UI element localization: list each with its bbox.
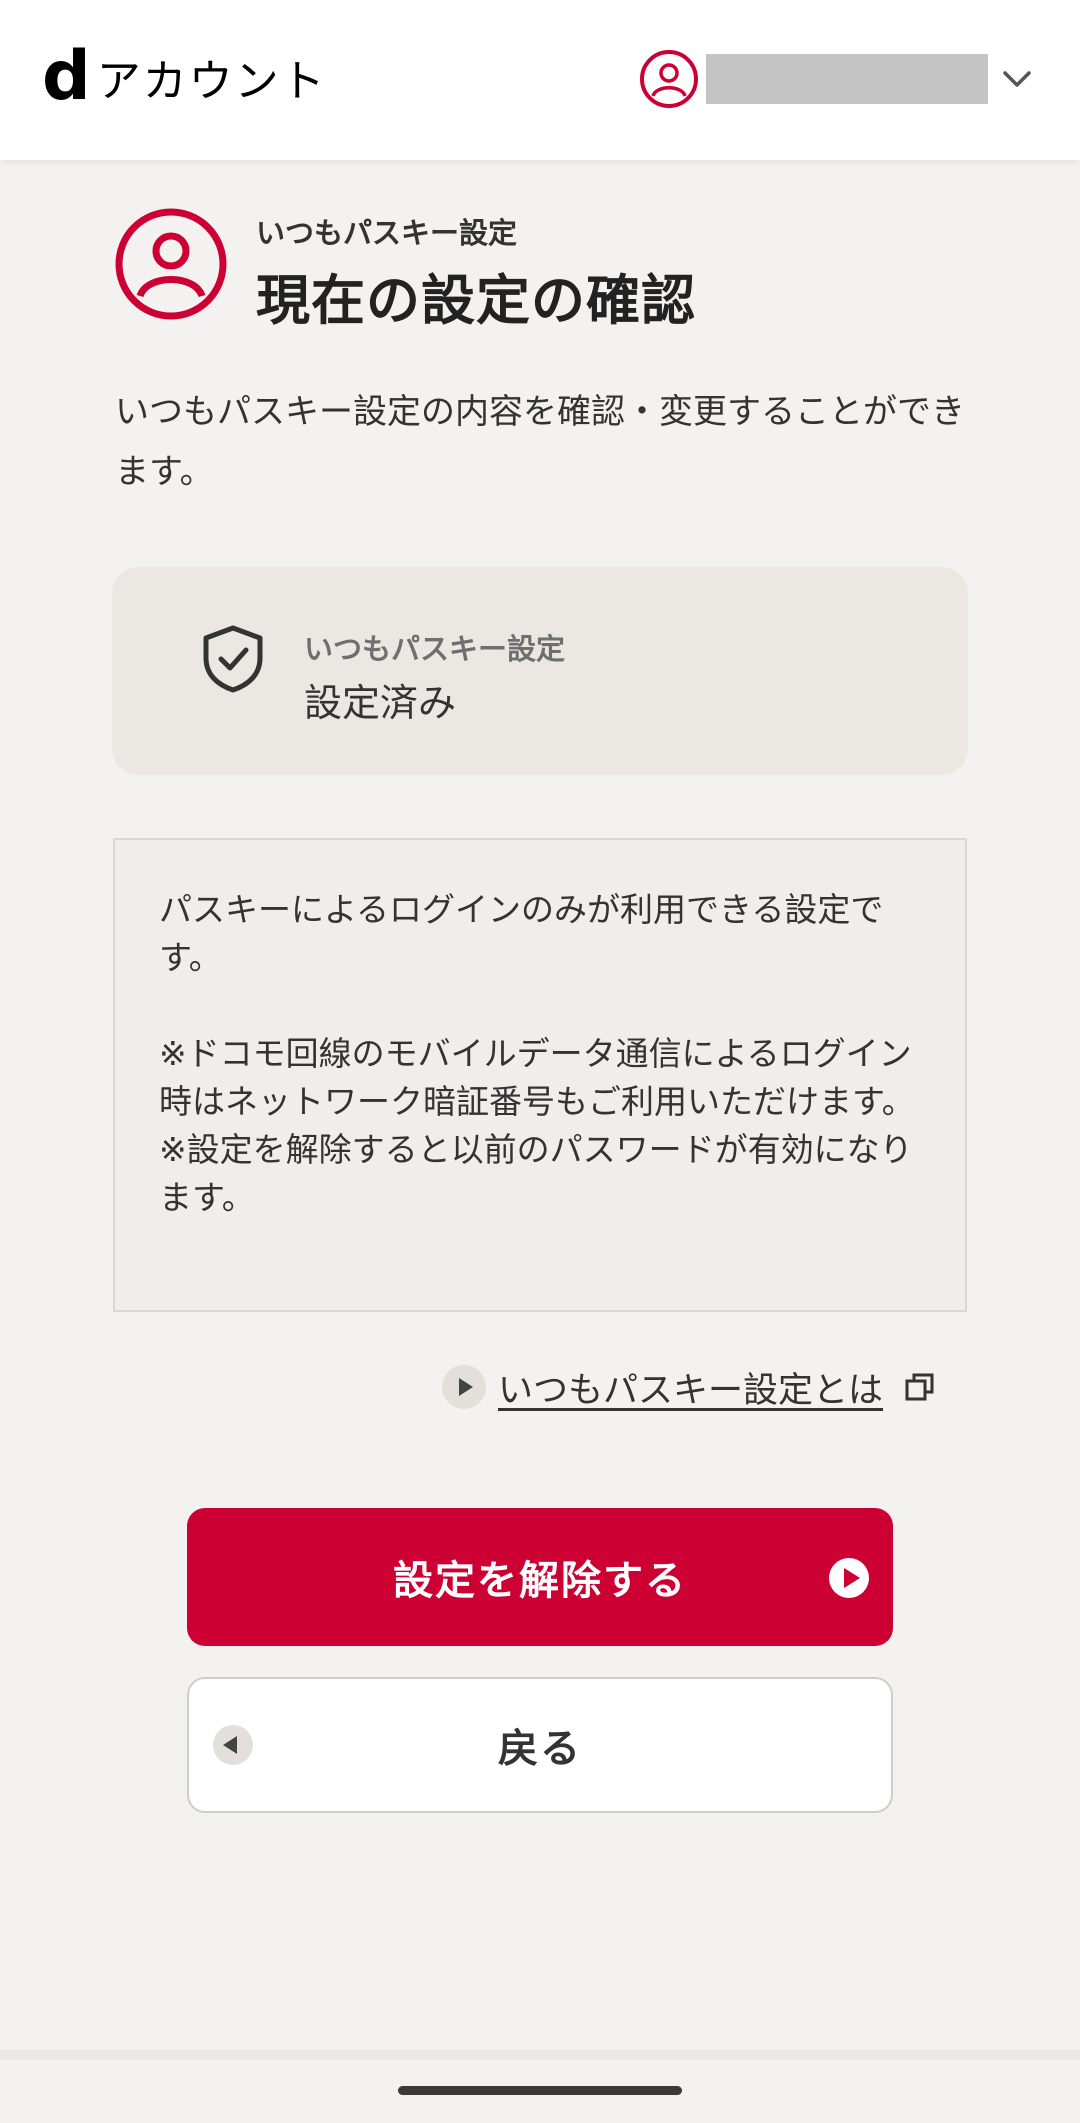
notice-text-1: パスキーによるログインのみが利用できる設定です。 xyxy=(159,890,884,977)
back-label: 戻る xyxy=(498,1726,582,1772)
status-label: いつもパスキー設定 xyxy=(304,632,566,666)
back-button[interactable]: 戻る xyxy=(187,1677,893,1813)
user-circle-icon xyxy=(115,208,227,320)
notice-text-2: ※ドコモ回線のモバイルデータ通信によるログイン時はネットワーク暗証番号もご利用い… xyxy=(159,1034,915,1121)
app-header: d アカウント xyxy=(0,0,1080,160)
status-value: 設定済み xyxy=(304,681,457,725)
home-indicator[interactable] xyxy=(398,2086,682,2095)
help-link-row[interactable]: いつもパスキー設定とは xyxy=(442,1362,937,1412)
remove-setting-button[interactable]: 設定を解除する xyxy=(187,1508,893,1646)
play-circle-icon xyxy=(442,1365,486,1409)
chevron-down-icon[interactable] xyxy=(1000,62,1034,96)
page-description: いつもパスキー設定の内容を確認・変更することができます。 xyxy=(115,392,965,492)
external-window-icon xyxy=(905,1373,934,1401)
user-name-redacted[interactable] xyxy=(706,54,988,104)
page-title: 現在の設定の確認 xyxy=(256,269,696,332)
back-arrow-icon xyxy=(213,1725,253,1765)
play-circle-icon xyxy=(829,1558,869,1598)
logo-text: アカウント xyxy=(96,56,327,107)
shield-check-icon xyxy=(203,625,263,693)
remove-setting-label: 設定を解除する xyxy=(393,1558,687,1604)
notice-box: パスキーによるログインのみが利用できる設定です。 ※ドコモ回線のモバイルデータ通… xyxy=(113,838,967,1312)
notice-text-3: ※設定を解除すると以前のパスワードが有効になります。 xyxy=(159,1130,913,1217)
help-link[interactable]: いつもパスキー設定とは xyxy=(498,1362,883,1413)
page-subtitle: いつもパスキー設定 xyxy=(256,216,518,250)
d-account-logo[interactable]: d アカウント xyxy=(42,42,327,112)
user-avatar-icon[interactable] xyxy=(640,50,698,108)
logo-letter: d xyxy=(42,37,91,116)
